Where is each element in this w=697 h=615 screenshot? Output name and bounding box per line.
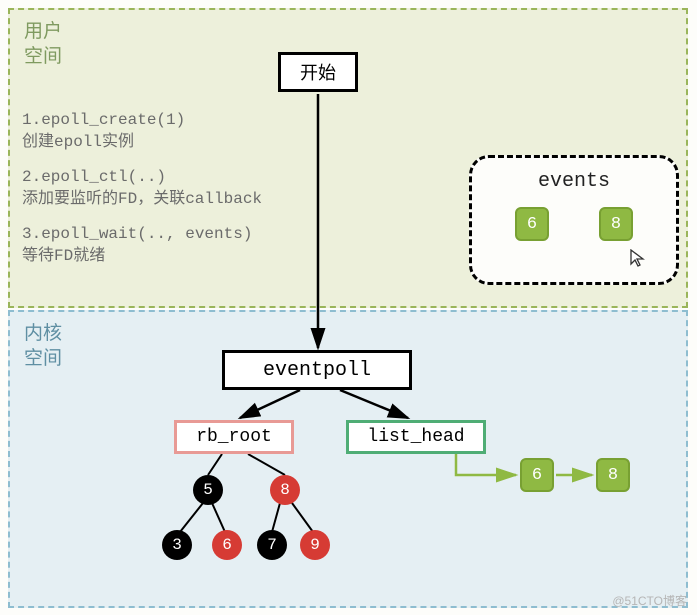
- ready-chip-6: 6: [520, 458, 554, 492]
- step-1-desc: 创建epoll实例: [22, 133, 134, 151]
- rb-root-label: rb_root: [196, 427, 272, 447]
- steps-list: 1.epoll_create(1) 创建epoll实例 2.epoll_ctl(…: [22, 110, 262, 282]
- list-head-label: list_head: [367, 427, 464, 447]
- events-title: events: [472, 170, 676, 193]
- event-chip-8: 8: [599, 207, 633, 241]
- cursor-icon: [630, 249, 646, 272]
- tree-node-9: 9: [300, 530, 330, 560]
- step-3: 3.epoll_wait(.., events) 等待FD就绪: [22, 224, 262, 267]
- step-3-code: 3.epoll_wait(.., events): [22, 225, 252, 243]
- list-head-box: list_head: [346, 420, 486, 454]
- watermark: @51CTO博客: [612, 592, 687, 609]
- tree-node-6: 6: [212, 530, 242, 560]
- events-array-box: events 6 8: [469, 155, 679, 285]
- ready-chip-8: 8: [596, 458, 630, 492]
- kernel-space-label: 内核空间: [24, 322, 62, 371]
- user-space-label: 用户空间: [24, 20, 62, 69]
- user-space-label-text: 用户空间: [24, 21, 62, 67]
- tree-node-3: 3: [162, 530, 192, 560]
- tree-node-7: 7: [257, 530, 287, 560]
- eventpoll-label: eventpoll: [263, 359, 371, 382]
- event-chip-6: 6: [515, 207, 549, 241]
- step-2: 2.epoll_ctl(..) 添加要监听的FD，关联callback: [22, 167, 262, 210]
- tree-node-8: 8: [270, 475, 300, 505]
- step-2-desc: 添加要监听的FD，关联callback: [22, 190, 262, 208]
- events-chips: 6 8: [472, 207, 676, 241]
- step-1-code: 1.epoll_create(1): [22, 111, 185, 129]
- step-2-code: 2.epoll_ctl(..): [22, 168, 166, 186]
- eventpoll-box: eventpoll: [222, 350, 412, 390]
- kernel-space-label-text: 内核空间: [24, 323, 62, 369]
- step-3-desc: 等待FD就绪: [22, 247, 105, 265]
- rb-root-box: rb_root: [174, 420, 294, 454]
- tree-node-5: 5: [193, 475, 223, 505]
- step-1: 1.epoll_create(1) 创建epoll实例: [22, 110, 262, 153]
- start-label: 开始: [300, 59, 336, 85]
- start-box: 开始: [278, 52, 358, 92]
